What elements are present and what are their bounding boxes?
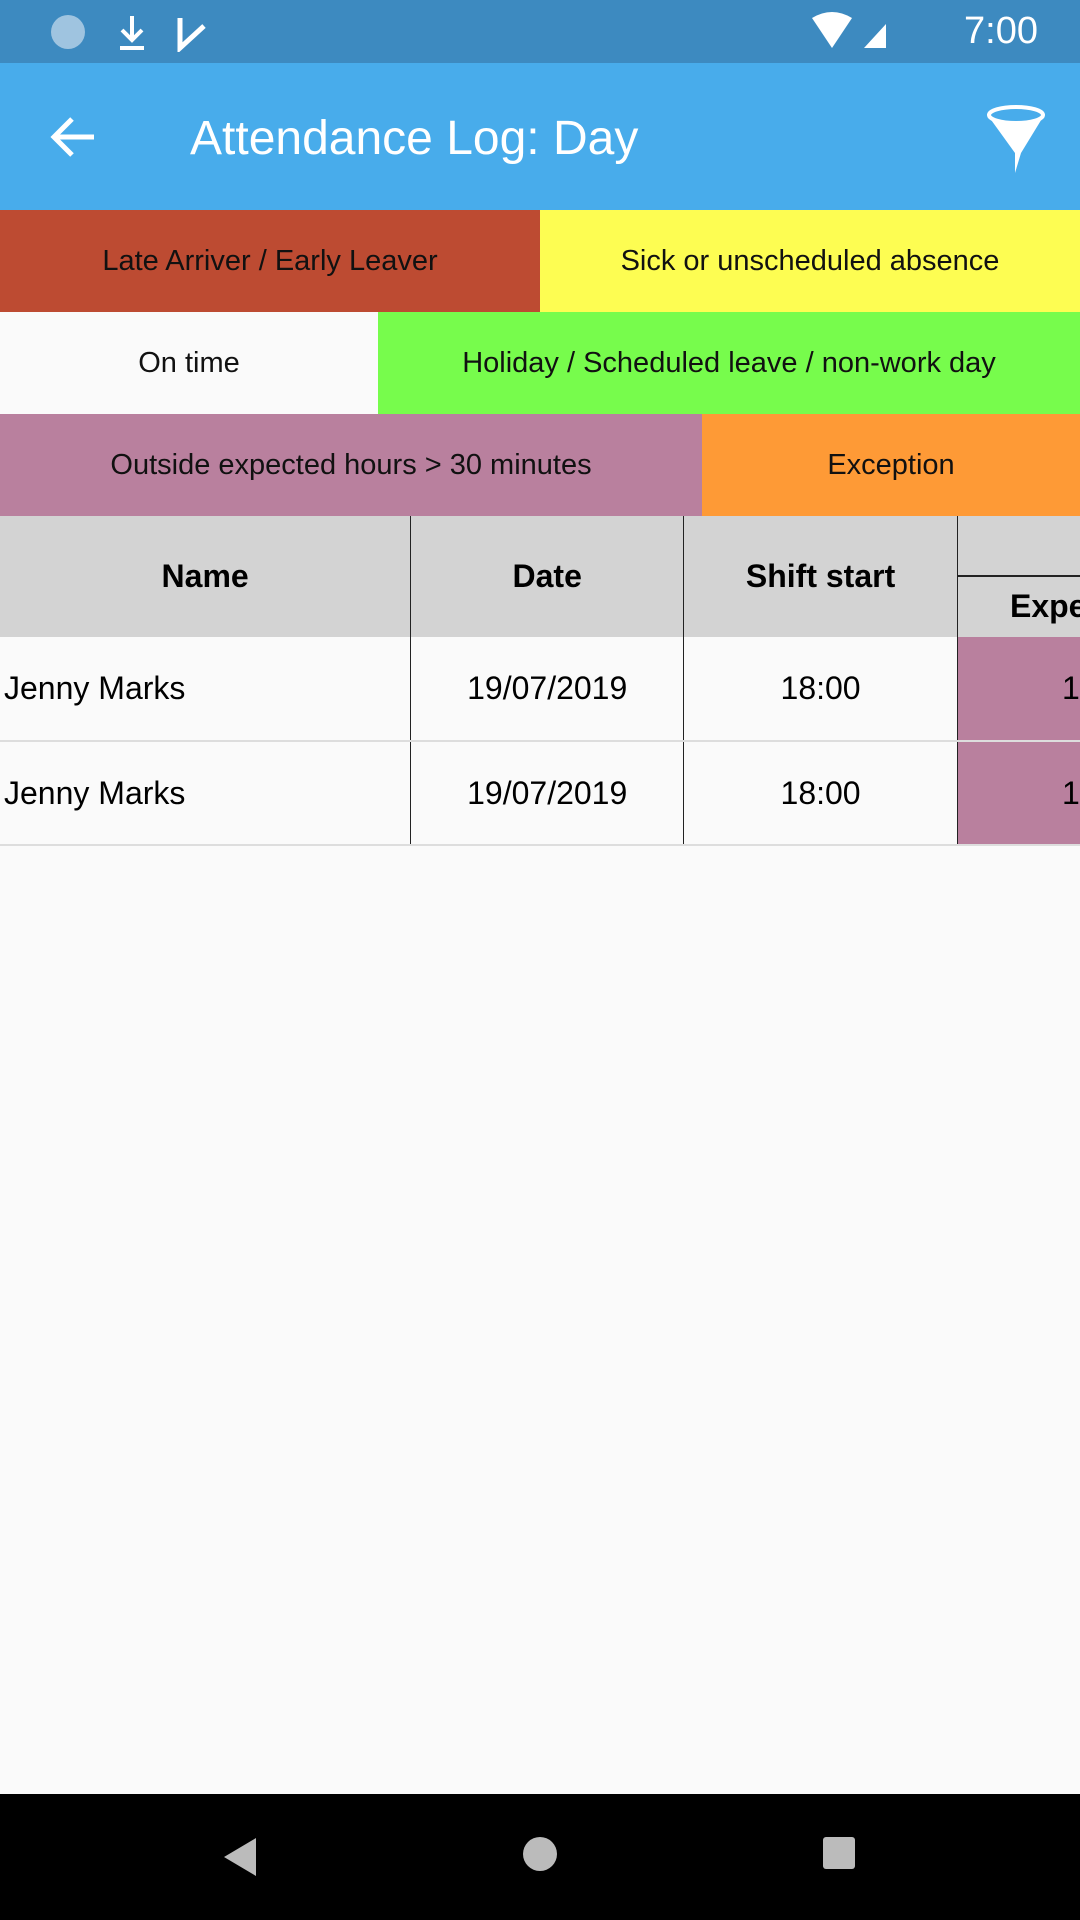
cell-expected: 1 — [957, 741, 1080, 846]
attendance-table: Name Date Shift start Expe Jenny Marks 1… — [0, 516, 1080, 846]
legend-row: On time Holiday / Scheduled leave / non-… — [0, 312, 1080, 414]
header-date[interactable]: Date — [410, 516, 685, 637]
legend-sick: Sick or unscheduled absence — [540, 210, 1080, 312]
cell-name: Jenny Marks — [0, 741, 412, 846]
notification-icons — [51, 15, 206, 52]
legend-holiday: Holiday / Scheduled leave / non-work day — [378, 312, 1080, 414]
legend-row: Outside expected hours > 30 minutes Exce… — [0, 414, 1080, 516]
app-bar: Attendance Log: Day — [0, 63, 1080, 210]
cell-shift-start: 18:00 — [683, 741, 958, 846]
home-nav-icon[interactable] — [520, 1834, 560, 1874]
table-row[interactable]: Jenny Marks 19/07/2019 18:00 1 — [0, 741, 1080, 846]
legend-row: Late Arriver / Early Leaver Sick or unsc… — [0, 210, 1080, 312]
arrow-left-icon[interactable] — [50, 113, 98, 161]
legend-on-time: On time — [0, 312, 378, 414]
cell-shift-start: 18:00 — [683, 637, 958, 742]
legend-late: Late Arriver / Early Leaver — [0, 210, 540, 312]
header-shift-start[interactable]: Shift start — [683, 516, 958, 637]
header-name[interactable]: Name — [0, 516, 412, 637]
cell-date: 19/07/2019 — [410, 637, 685, 742]
page-title: Attendance Log: Day — [190, 112, 639, 165]
recents-nav-icon[interactable] — [820, 1834, 860, 1874]
funnel-icon[interactable] — [985, 103, 1047, 175]
cell-name: Jenny Marks — [0, 637, 412, 742]
system-icons — [812, 12, 886, 48]
cell-date: 19/07/2019 — [410, 741, 685, 846]
status-bar: 7:00 — [0, 0, 1080, 63]
legend-exception: Exception — [702, 414, 1080, 516]
table-row[interactable]: Jenny Marks 19/07/2019 18:00 1 — [0, 637, 1080, 742]
legend-outside-hours: Outside expected hours > 30 minutes — [0, 414, 702, 516]
navigation-bar — [0, 1794, 1080, 1920]
cell-expected: 1 — [957, 637, 1080, 742]
back-nav-icon[interactable] — [220, 1834, 260, 1880]
header-expected[interactable]: Expe — [957, 516, 1080, 637]
clock: 7:00 — [964, 10, 1038, 52]
